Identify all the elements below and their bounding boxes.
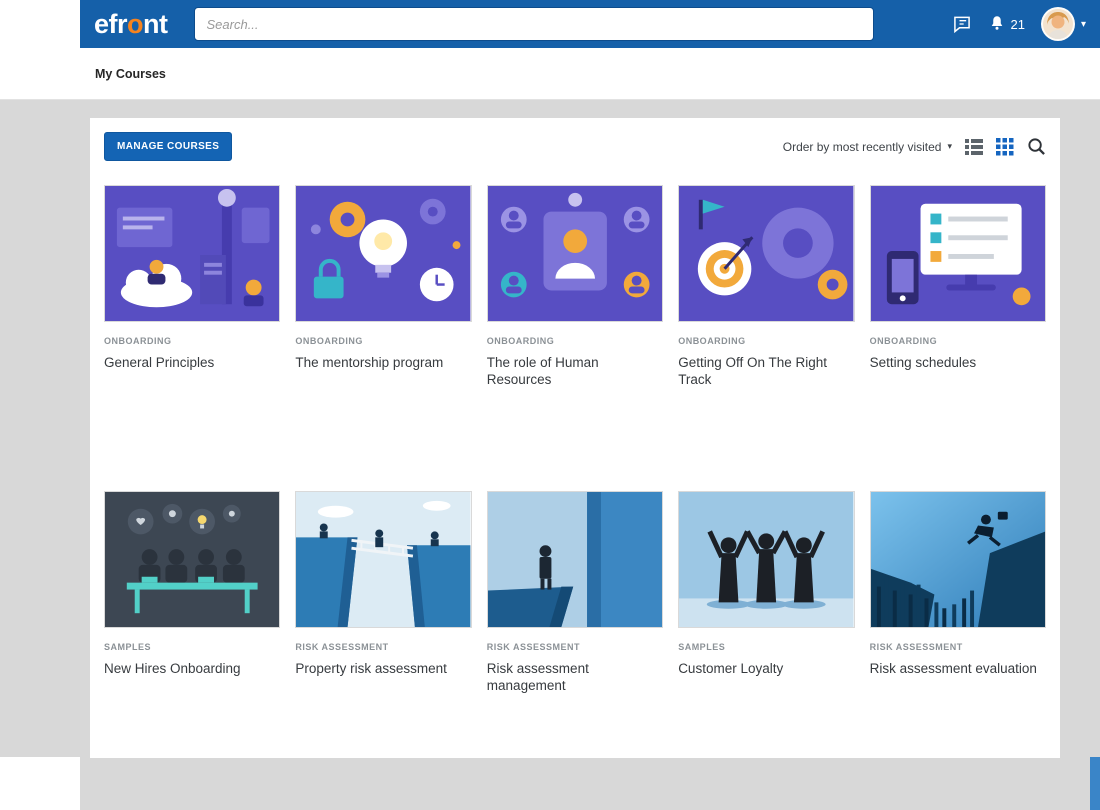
course-illustration bbox=[296, 492, 470, 627]
course-thumbnail[interactable] bbox=[487, 185, 663, 322]
breadcrumb-bar: My Courses bbox=[0, 48, 1100, 100]
course-title[interactable]: Setting schedules bbox=[870, 355, 1046, 372]
course-illustration bbox=[871, 492, 1045, 627]
manage-courses-button[interactable]: MANAGE COURSES bbox=[104, 132, 232, 161]
course-illustration bbox=[105, 492, 279, 627]
topbar-actions: 21 ▾ bbox=[952, 7, 1087, 41]
course-category: SAMPLES bbox=[678, 642, 854, 652]
page: efront 21 ▾ My Courses bbox=[0, 0, 1100, 810]
course-title[interactable]: New Hires Onboarding bbox=[104, 661, 280, 678]
course-category: ONBOARDING bbox=[487, 336, 663, 346]
course-title[interactable]: Customer Loyalty bbox=[678, 661, 854, 678]
search-icon[interactable] bbox=[1027, 137, 1046, 156]
toolbar-controls: Order by most recently visited ▾ bbox=[783, 137, 1046, 156]
course-illustration bbox=[488, 492, 662, 627]
course-title[interactable]: The mentorship program bbox=[295, 355, 471, 372]
course-thumbnail[interactable] bbox=[487, 491, 663, 628]
search-input[interactable] bbox=[194, 7, 874, 41]
list-view-icon[interactable] bbox=[965, 139, 983, 155]
course-title[interactable]: General Principles bbox=[104, 355, 280, 372]
course-category: ONBOARDING bbox=[104, 336, 280, 346]
chevron-down-icon: ▾ bbox=[947, 141, 952, 152]
notification-count: 21 bbox=[1011, 17, 1025, 32]
order-by-label: Order by most recently visited bbox=[783, 140, 942, 154]
course-card[interactable]: ONBOARDING Getting Off On The Right Trac… bbox=[678, 185, 854, 471]
course-illustration bbox=[488, 186, 662, 321]
course-thumbnail[interactable] bbox=[295, 185, 471, 322]
course-thumbnail[interactable] bbox=[104, 491, 280, 628]
course-category: RISK ASSESSMENT bbox=[487, 642, 663, 652]
course-card[interactable]: SAMPLES New Hires Onboarding bbox=[104, 491, 280, 758]
bottom-left-corner bbox=[0, 757, 80, 810]
top-bar: efront 21 ▾ bbox=[80, 0, 1100, 48]
vertical-scrollbar-thumb[interactable] bbox=[1090, 757, 1100, 810]
course-card[interactable]: RISK ASSESSMENT Risk assessment evaluati… bbox=[870, 491, 1046, 758]
course-thumbnail[interactable] bbox=[870, 185, 1046, 322]
messages-icon[interactable] bbox=[952, 14, 972, 34]
course-card[interactable]: SAMPLES Customer Loyalty bbox=[678, 491, 854, 758]
course-category: ONBOARDING bbox=[678, 336, 854, 346]
course-card[interactable]: ONBOARDING General Principles bbox=[104, 185, 280, 471]
course-illustration bbox=[105, 186, 279, 321]
course-category: RISK ASSESSMENT bbox=[295, 642, 471, 652]
course-title[interactable]: Risk assessment management bbox=[487, 661, 663, 695]
notifications[interactable]: 21 bbox=[988, 14, 1025, 35]
course-thumbnail[interactable] bbox=[104, 185, 280, 322]
grid-view-icon[interactable] bbox=[996, 138, 1014, 156]
course-title[interactable]: Getting Off On The Right Track bbox=[678, 355, 854, 389]
course-card[interactable]: ONBOARDING Setting schedules bbox=[870, 185, 1046, 471]
main-background: MANAGE COURSES Order by most recently vi… bbox=[0, 100, 1100, 810]
course-card[interactable]: RISK ASSESSMENT Property risk assessment bbox=[295, 491, 471, 758]
course-thumbnail[interactable] bbox=[678, 185, 854, 322]
courses-toolbar: MANAGE COURSES Order by most recently vi… bbox=[90, 118, 1060, 161]
course-thumbnail[interactable] bbox=[295, 491, 471, 628]
course-card[interactable]: ONBOARDING The mentorship program bbox=[295, 185, 471, 471]
course-title[interactable]: The role of Human Resources bbox=[487, 355, 663, 389]
logo-text: efr bbox=[94, 9, 127, 39]
course-category: RISK ASSESSMENT bbox=[870, 642, 1046, 652]
course-title[interactable]: Property risk assessment bbox=[295, 661, 471, 678]
course-title[interactable]: Risk assessment evaluation bbox=[870, 661, 1046, 678]
course-category: ONBOARDING bbox=[295, 336, 471, 346]
course-illustration bbox=[679, 492, 853, 627]
avatar[interactable] bbox=[1041, 7, 1075, 41]
courses-grid: ONBOARDING General Principles bbox=[90, 161, 1060, 758]
logo-text-end: nt bbox=[143, 9, 167, 39]
course-thumbnail[interactable] bbox=[870, 491, 1046, 628]
course-illustration bbox=[679, 186, 853, 321]
course-illustration bbox=[296, 186, 470, 321]
course-category: SAMPLES bbox=[104, 642, 280, 652]
logo-o-gear: o bbox=[127, 9, 143, 39]
course-card[interactable]: ONBOARDING The role of Human Resources bbox=[487, 185, 663, 471]
user-menu[interactable]: ▾ bbox=[1041, 7, 1086, 41]
order-by-dropdown[interactable]: Order by most recently visited ▾ bbox=[783, 140, 952, 154]
efront-logo[interactable]: efront bbox=[94, 9, 168, 40]
bell-icon bbox=[988, 14, 1006, 35]
course-card[interactable]: RISK ASSESSMENT Risk assessment manageme… bbox=[487, 491, 663, 758]
course-category: ONBOARDING bbox=[870, 336, 1046, 346]
chevron-down-icon[interactable]: ▾ bbox=[1081, 19, 1086, 30]
page-title: My Courses bbox=[95, 67, 166, 81]
course-illustration bbox=[871, 186, 1045, 321]
course-thumbnail[interactable] bbox=[678, 491, 854, 628]
courses-panel: MANAGE COURSES Order by most recently vi… bbox=[90, 118, 1060, 758]
